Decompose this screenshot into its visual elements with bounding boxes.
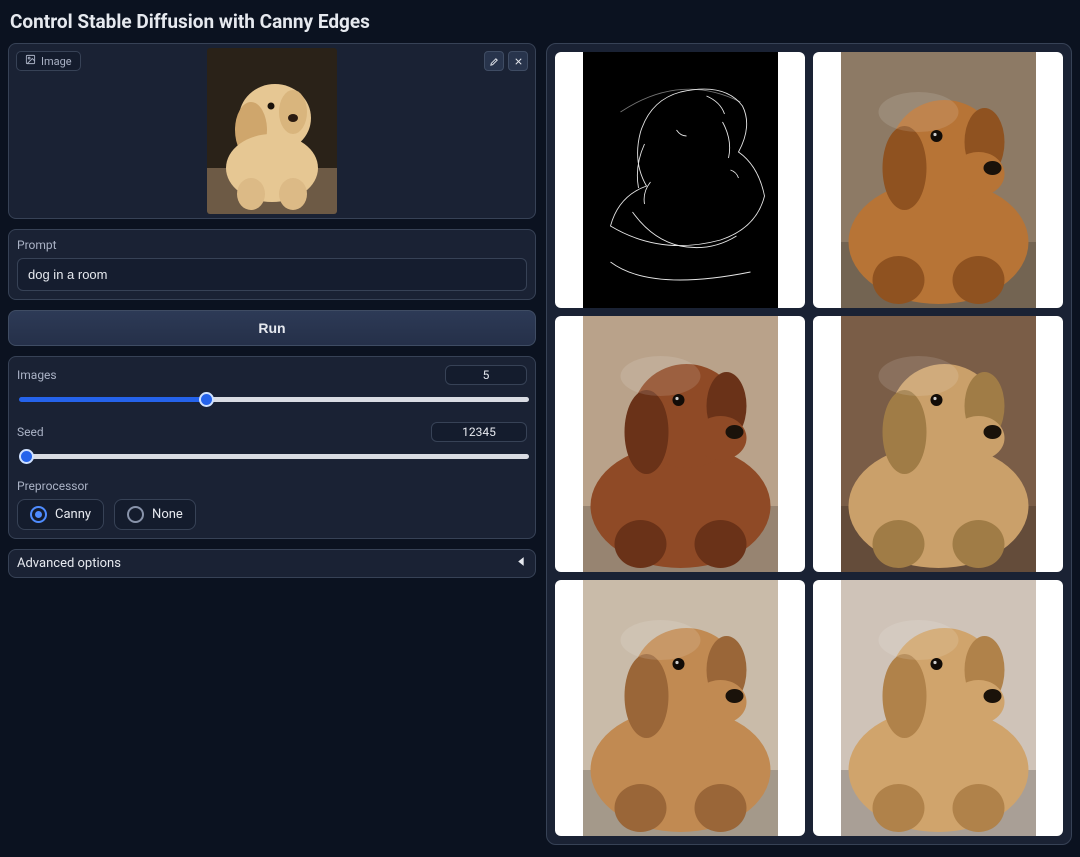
output-column bbox=[546, 43, 1072, 845]
run-button[interactable]: Run bbox=[8, 310, 536, 346]
radio-dot-icon bbox=[127, 506, 144, 523]
caret-left-icon bbox=[516, 556, 527, 571]
params-card: Images 5 Seed 12345 Preprocessor bbox=[8, 356, 536, 539]
edit-image-button[interactable] bbox=[484, 51, 504, 71]
images-value-chip: 5 bbox=[445, 365, 527, 385]
preprocessor-option-label: None bbox=[152, 507, 183, 522]
clear-image-button[interactable] bbox=[508, 51, 528, 71]
preprocessor-option-canny[interactable]: Canny bbox=[17, 499, 104, 530]
images-label: Images bbox=[17, 368, 57, 382]
seed-slider[interactable] bbox=[19, 454, 529, 459]
prompt-card: Prompt bbox=[8, 229, 536, 300]
seed-slider-row: Seed 12345 bbox=[17, 422, 527, 463]
image-icon bbox=[25, 54, 36, 68]
images-slider-row: Images 5 bbox=[17, 365, 527, 406]
images-slider[interactable] bbox=[19, 397, 529, 402]
gallery-tile[interactable] bbox=[555, 580, 805, 836]
prompt-label: Prompt bbox=[17, 238, 527, 252]
image-badge-label: Image bbox=[41, 55, 72, 68]
preprocessor-section: Preprocessor Canny None bbox=[17, 479, 527, 530]
gallery-tile[interactable] bbox=[555, 52, 805, 308]
gallery-tile[interactable] bbox=[813, 580, 1063, 836]
output-gallery bbox=[546, 43, 1072, 845]
input-image-preview bbox=[207, 48, 337, 214]
image-badge: Image bbox=[16, 51, 81, 71]
gallery-tile[interactable] bbox=[813, 52, 1063, 308]
prompt-input[interactable] bbox=[17, 258, 527, 291]
controls-column: Image bbox=[8, 43, 536, 578]
input-image-art bbox=[207, 48, 337, 214]
radio-dot-icon bbox=[30, 506, 47, 523]
gallery-tile[interactable] bbox=[555, 316, 805, 572]
preprocessor-label: Preprocessor bbox=[17, 479, 527, 493]
seed-value-chip: 12345 bbox=[431, 422, 527, 442]
advanced-options-accordion[interactable]: Advanced options bbox=[8, 549, 536, 578]
seed-label: Seed bbox=[17, 425, 44, 439]
advanced-label: Advanced options bbox=[17, 556, 121, 571]
gallery-tile[interactable] bbox=[813, 316, 1063, 572]
preprocessor-option-label: Canny bbox=[55, 507, 91, 522]
image-input-card[interactable]: Image bbox=[8, 43, 536, 219]
preprocessor-option-none[interactable]: None bbox=[114, 499, 196, 530]
page-title: Control Stable Diffusion with Canny Edge… bbox=[10, 10, 1072, 33]
